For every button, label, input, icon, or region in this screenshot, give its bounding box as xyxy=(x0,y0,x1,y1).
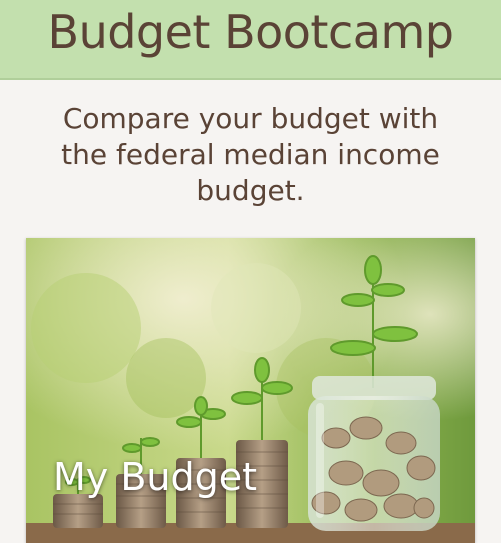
my-budget-card[interactable]: My Budget xyxy=(26,238,475,543)
app-header: Budget Bootcamp xyxy=(0,0,501,80)
my-budget-label[interactable]: My Budget xyxy=(53,454,257,500)
app-title: Budget Bootcamp xyxy=(47,5,454,59)
coin-jar xyxy=(308,376,440,531)
intro-text: Compare your budget with the federal med… xyxy=(61,102,440,207)
